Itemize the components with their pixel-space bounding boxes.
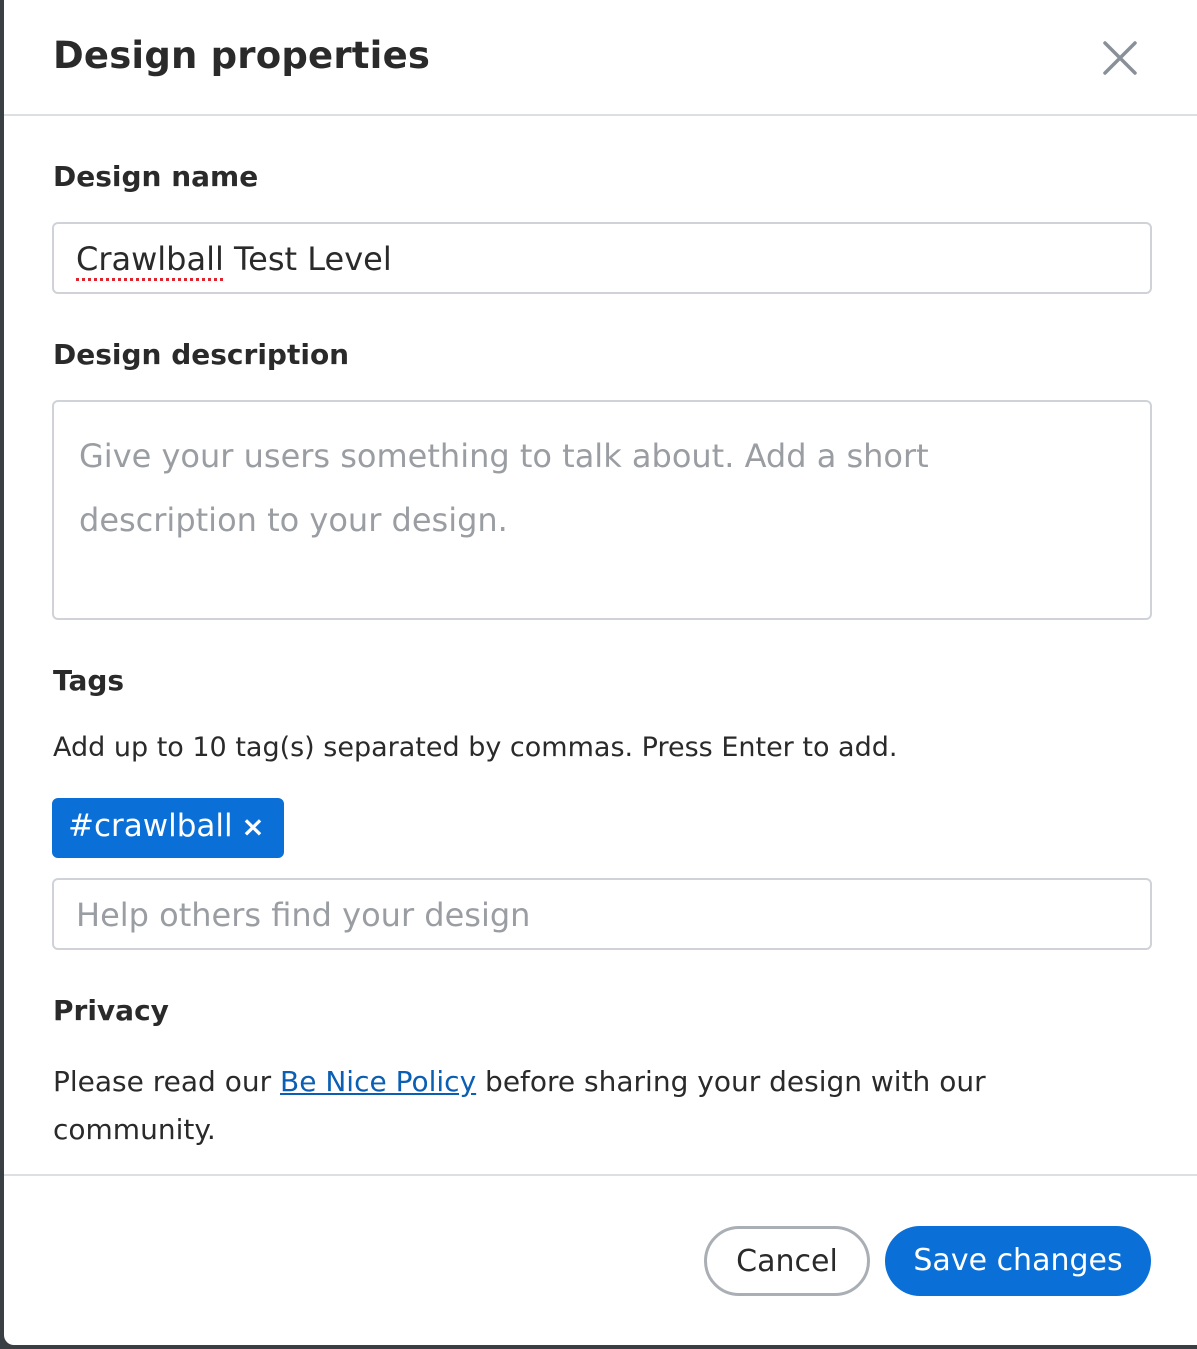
design-description-placeholder: Give your users something to talk about.… [79, 437, 929, 539]
design-description-textarea[interactable]: Give your users something to talk about.… [52, 400, 1152, 620]
design-properties-dialog: Design properties Design name Crawlball … [4, 0, 1197, 1345]
footer-divider [4, 1174, 1197, 1176]
privacy-label: Privacy [53, 994, 169, 1027]
design-name-value-rest: Test Level [223, 240, 392, 278]
design-name-value: Crawlball Test Level [76, 240, 392, 278]
dialog-header: Design properties [4, 0, 1197, 116]
tag-input[interactable]: Help others find your design [52, 878, 1152, 950]
remove-tag-button[interactable]: × [238, 810, 268, 844]
design-name-label: Design name [53, 160, 259, 193]
cancel-button[interactable]: Cancel [704, 1226, 870, 1296]
be-nice-policy-link[interactable]: Be Nice Policy [280, 1065, 476, 1098]
tags-help-text: Add up to 10 tag(s) separated by commas.… [53, 732, 898, 763]
design-name-input[interactable]: Crawlball Test Level [52, 222, 1152, 294]
privacy-text-before: Please read our [53, 1065, 281, 1098]
tag-chip-label: #crawlball [68, 808, 233, 844]
privacy-text: Please read our Be Nice Policy before sh… [53, 1058, 1053, 1154]
tag-chip: #crawlball × [52, 798, 284, 858]
misspelled-word: Crawlball [76, 240, 224, 278]
tag-input-placeholder: Help others find your design [76, 896, 531, 934]
save-changes-button[interactable]: Save changes [885, 1226, 1151, 1296]
tags-label: Tags [53, 664, 125, 697]
close-button[interactable] [1098, 36, 1142, 80]
dialog-title: Design properties [53, 34, 431, 77]
design-description-label: Design description [53, 338, 350, 371]
close-icon [1103, 41, 1137, 75]
